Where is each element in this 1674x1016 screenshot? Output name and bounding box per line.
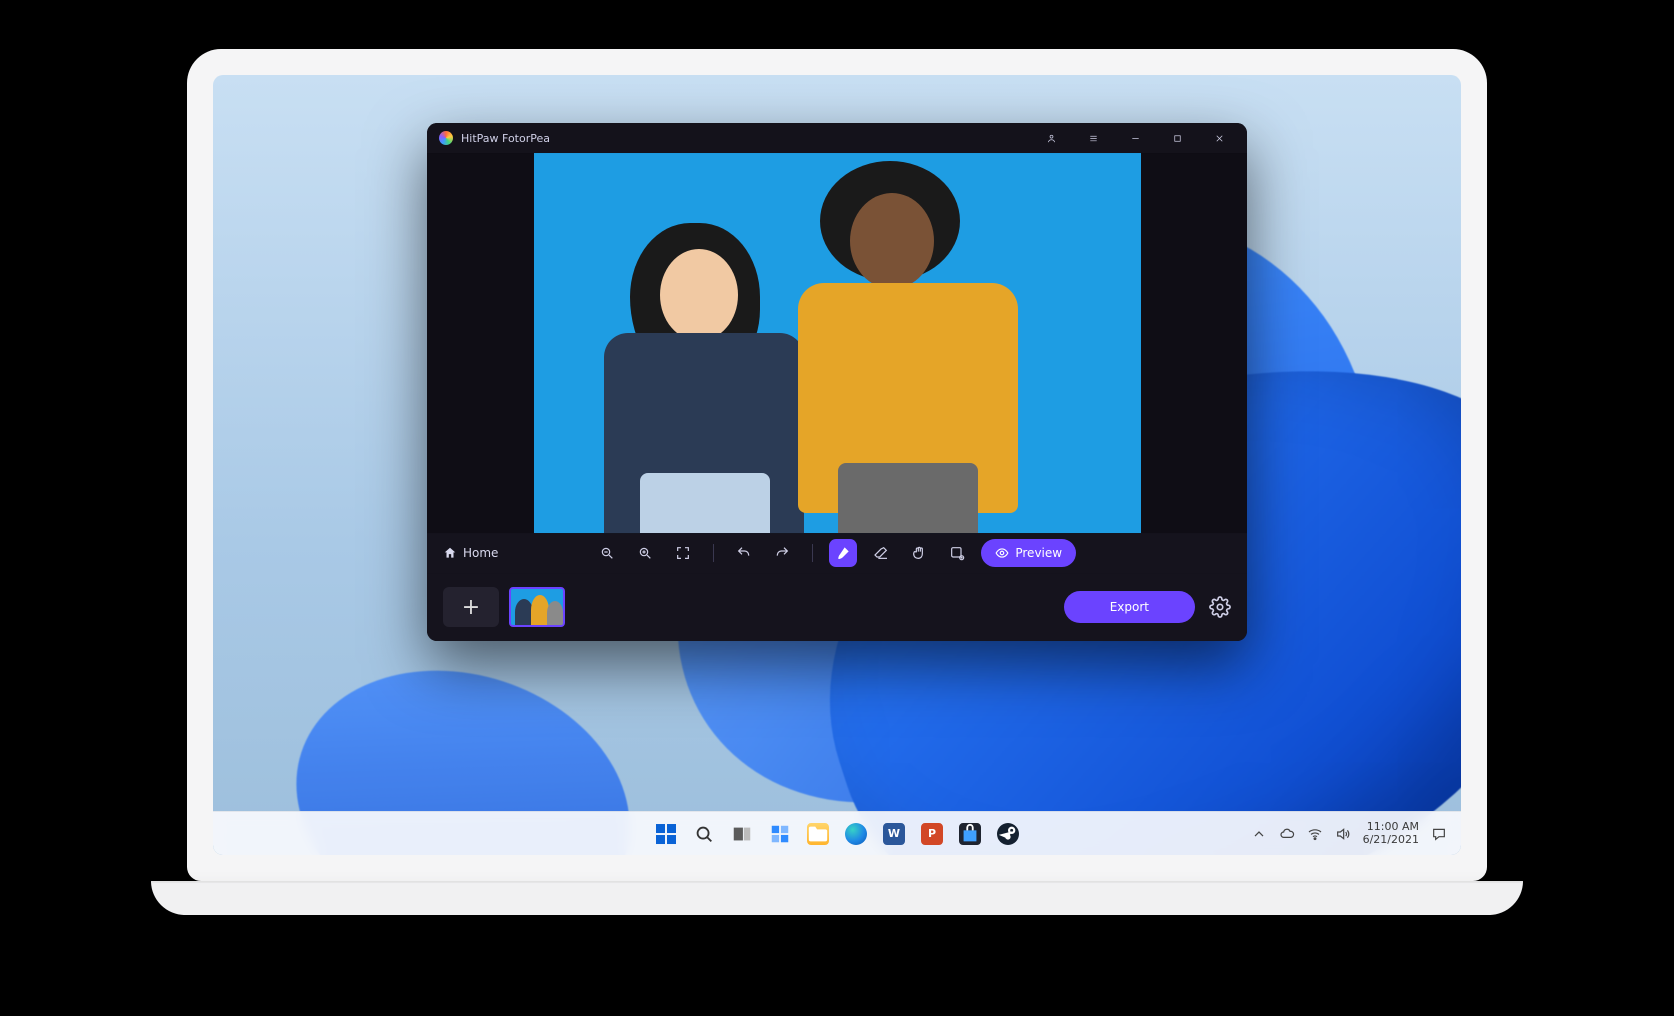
settings-icon[interactable] — [1209, 596, 1231, 618]
selection-tool-button[interactable] — [943, 539, 971, 567]
onedrive-icon[interactable] — [1279, 826, 1295, 842]
home-label: Home — [463, 546, 498, 560]
toolbar: Home — [427, 533, 1247, 573]
taskview-icon — [731, 823, 753, 845]
store-icon — [959, 823, 981, 845]
desktop-screen: HitPaw FotorPea — [213, 75, 1461, 855]
hamburger-menu-icon[interactable] — [1073, 124, 1113, 152]
app-title: HitPaw FotorPea — [461, 132, 550, 145]
edge-icon — [845, 823, 867, 845]
taskbar-time: 11:00 AM — [1363, 821, 1419, 834]
zoom-in-button[interactable] — [631, 539, 659, 567]
taskbar-word-button[interactable]: W — [881, 821, 907, 847]
taskbar-explorer-button[interactable] — [805, 821, 831, 847]
maximize-button[interactable] — [1157, 124, 1197, 152]
taskbar-clock[interactable]: 11:00 AM 6/21/2021 — [1363, 821, 1419, 846]
taskbar-date: 6/21/2021 — [1363, 834, 1419, 847]
account-icon[interactable] — [1031, 124, 1071, 152]
export-button[interactable]: Export — [1064, 591, 1195, 623]
title-bar[interactable]: HitPaw FotorPea — [427, 123, 1247, 153]
taskbar-widgets-button[interactable] — [767, 821, 793, 847]
zoom-out-button[interactable] — [593, 539, 621, 567]
toolbar-divider — [812, 544, 813, 562]
volume-icon[interactable] — [1335, 826, 1351, 842]
app-logo-icon — [439, 131, 453, 145]
eye-icon — [995, 546, 1009, 560]
screen-bezel: HitPaw FotorPea — [187, 49, 1487, 881]
chevron-up-icon[interactable] — [1251, 826, 1267, 842]
steam-icon — [997, 823, 1019, 845]
minimize-button[interactable] — [1115, 124, 1155, 152]
undo-button[interactable] — [730, 539, 758, 567]
plus-icon: + — [462, 595, 480, 620]
word-icon: W — [883, 823, 905, 845]
taskbar[interactable]: W P — [213, 811, 1461, 855]
taskbar-taskview-button[interactable] — [729, 821, 755, 847]
home-icon — [443, 546, 457, 560]
app-window: HitPaw FotorPea — [427, 123, 1247, 641]
windows-logo-icon — [656, 824, 676, 844]
widgets-icon — [769, 823, 791, 845]
laptop-base — [151, 881, 1523, 915]
taskbar-edge-button[interactable] — [843, 821, 869, 847]
powerpoint-icon: P — [921, 823, 943, 845]
eraser-tool-button[interactable] — [867, 539, 895, 567]
laptop-frame: HitPaw FotorPea — [187, 49, 1487, 915]
search-icon — [693, 823, 715, 845]
home-button[interactable]: Home — [443, 546, 498, 560]
brush-tool-button[interactable] — [829, 539, 857, 567]
notifications-icon[interactable] — [1431, 826, 1447, 842]
taskbar-systray[interactable]: 11:00 AM 6/21/2021 — [1251, 821, 1447, 846]
hand-tool-button[interactable] — [905, 539, 933, 567]
close-button[interactable] — [1199, 124, 1239, 152]
preview-button[interactable]: Preview — [981, 539, 1076, 567]
add-image-button[interactable]: + — [443, 587, 499, 627]
taskbar-store-button[interactable] — [957, 821, 983, 847]
redo-button[interactable] — [768, 539, 796, 567]
taskbar-start-button[interactable] — [653, 821, 679, 847]
taskbar-steam-button[interactable] — [995, 821, 1021, 847]
fit-screen-button[interactable] — [669, 539, 697, 567]
folder-icon — [807, 823, 829, 845]
bottom-bar: + Export — [427, 573, 1247, 641]
canvas-image[interactable] — [534, 153, 1141, 533]
preview-label: Preview — [1015, 546, 1062, 560]
canvas-area[interactable] — [427, 153, 1247, 533]
image-thumbnail[interactable] — [509, 587, 565, 627]
toolbar-divider — [713, 544, 714, 562]
taskbar-search-button[interactable] — [691, 821, 717, 847]
export-label: Export — [1110, 600, 1149, 614]
taskbar-powerpoint-button[interactable]: P — [919, 821, 945, 847]
wifi-icon[interactable] — [1307, 826, 1323, 842]
